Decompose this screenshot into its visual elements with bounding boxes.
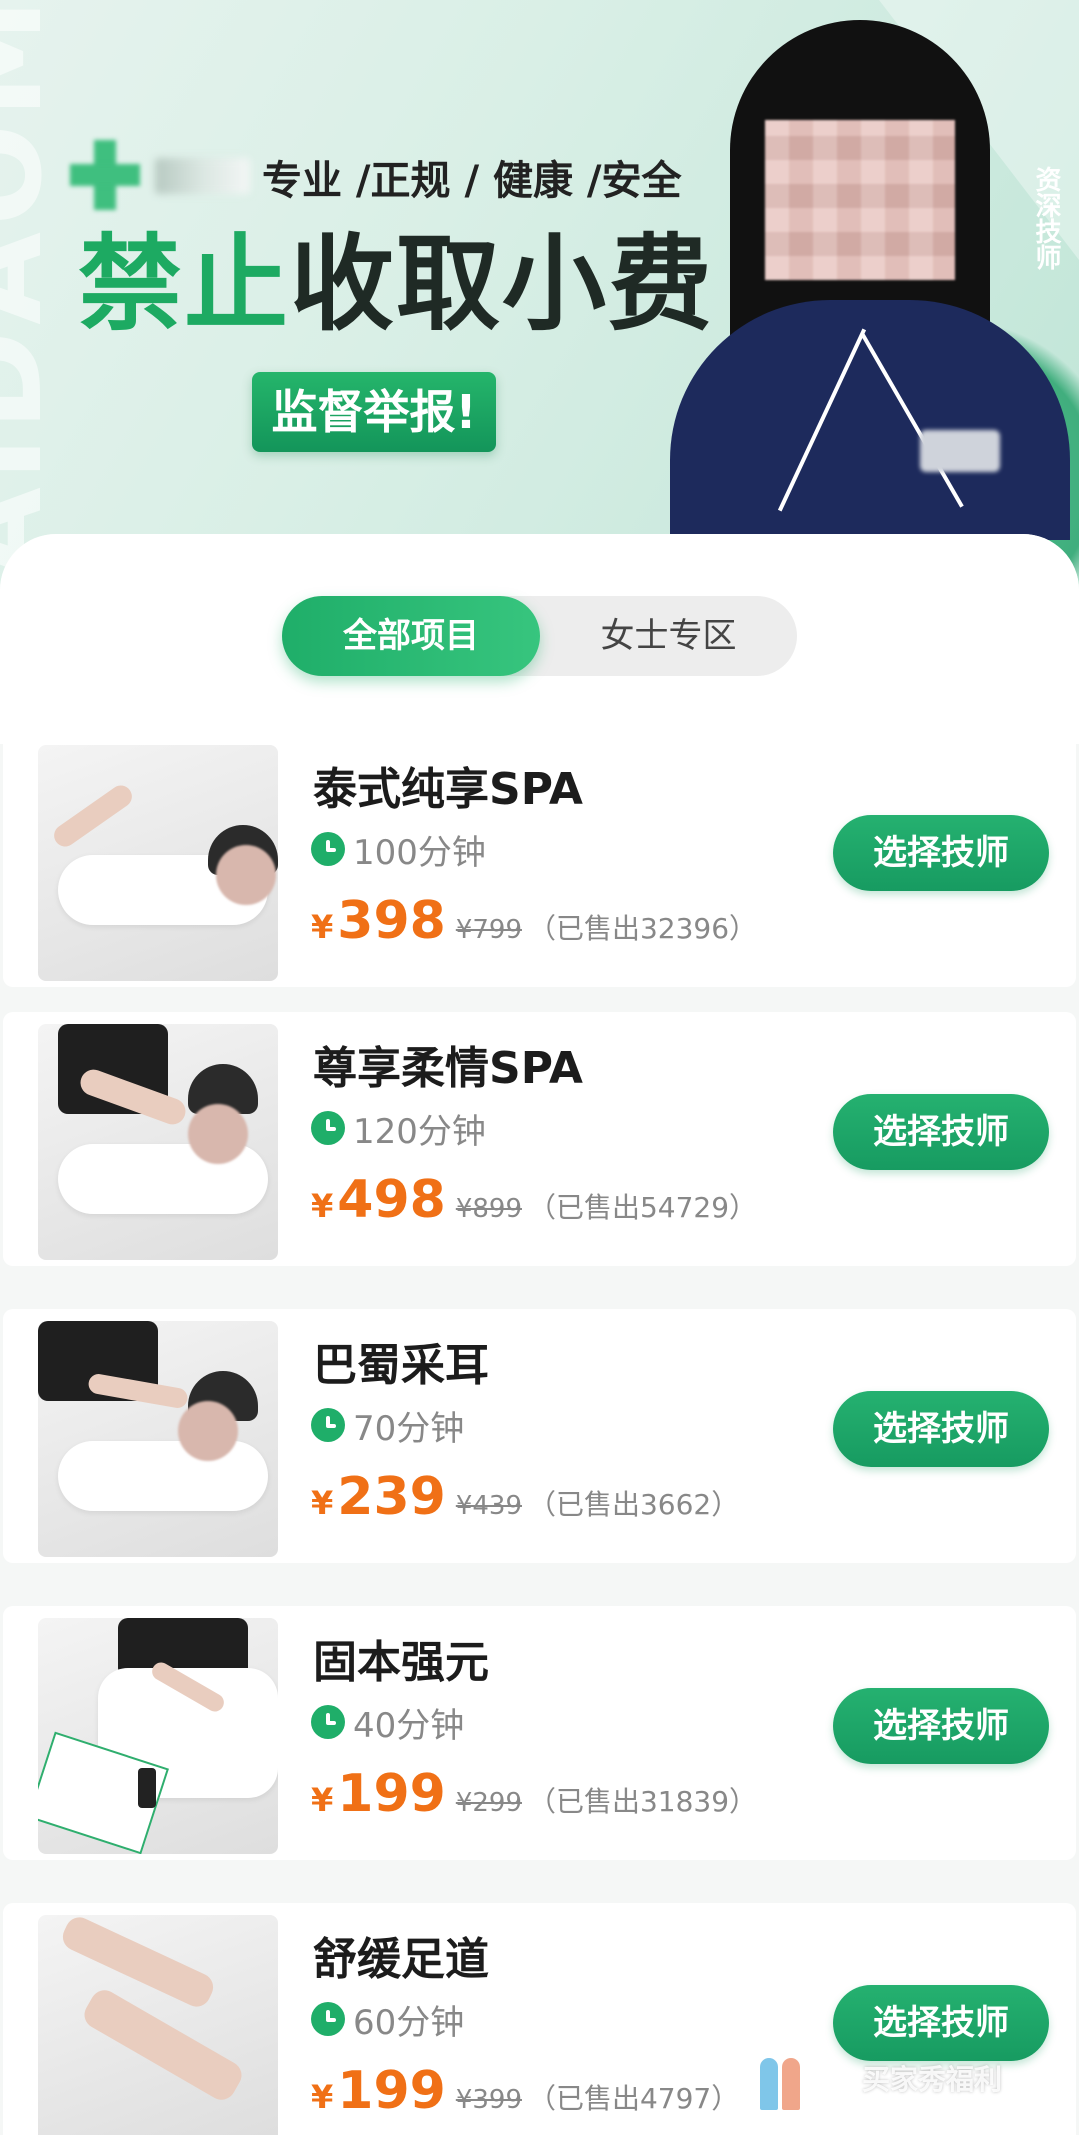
brand-name-blurred <box>155 158 250 194</box>
duration-text: 120分钟 <box>353 1111 486 1152</box>
service-duration: 100分钟 <box>311 829 486 873</box>
service-title: 巴蜀采耳 <box>313 1340 489 1391</box>
tab-ladies-zone[interactable]: 女士专区 <box>540 596 797 676</box>
banner-watermark-text: AIDAOM <box>0 0 69 580</box>
service-title: 泰式纯享SPA <box>313 764 583 815</box>
currency-symbol: ¥ <box>311 1484 334 1522</box>
currency-symbol: ¥ <box>311 1781 334 1819</box>
sale-price: 199 <box>337 2061 446 2121</box>
service-thumbnail <box>38 1024 278 1260</box>
service-card[interactable]: 固本强元 40分钟 ¥ 199 ¥299 （已售出31839） 选择技师 <box>3 1606 1076 1860</box>
service-duration: 120分钟 <box>311 1108 486 1152</box>
price-row: ¥ 199 ¥299 （已售出31839） <box>311 1764 757 1824</box>
watermark-text: 买家秀福利 <box>862 2063 1003 2096</box>
photo-name-badge <box>920 430 1000 472</box>
price-row: ¥ 498 ¥899 （已售出54729） <box>311 1170 757 1230</box>
service-duration: 40分钟 <box>311 1702 464 1746</box>
tab-all-items[interactable]: 全部项目 <box>282 596 540 676</box>
category-tab-switch: 全部项目 女士专区 <box>282 596 797 676</box>
promo-banner[interactable]: AIDAOM 专业 /正规 / 健康 /安全 禁止收取小费 监督举报! 资深技师 <box>0 0 1079 600</box>
sold-count: （已售出31839） <box>527 1785 758 1818</box>
choose-technician-button[interactable]: 选择技师 <box>833 1391 1049 1467</box>
sold-count: （已售出54729） <box>527 1191 758 1224</box>
currency-symbol: ¥ <box>311 908 334 946</box>
service-thumbnail <box>38 745 278 981</box>
senior-tech-label: 资深技师 <box>1031 166 1061 270</box>
original-price: ¥299 <box>455 1788 522 1818</box>
clock-icon <box>311 1705 345 1739</box>
price-row: ¥ 239 ¥439 （已售出3662） <box>311 1467 739 1527</box>
original-price: ¥399 <box>455 2085 522 2115</box>
choose-technician-button[interactable]: 选择技师 <box>833 1688 1049 1764</box>
service-thumbnail <box>38 1321 278 1557</box>
currency-symbol: ¥ <box>311 1187 334 1225</box>
currency-symbol: ¥ <box>311 2078 334 2116</box>
price-row: ¥ 199 ¥399 （已售出4797） <box>311 2061 739 2121</box>
tab-area: 全部项目 女士专区 <box>0 534 1079 744</box>
service-thumbnail <box>38 1618 278 1854</box>
service-thumbnail <box>38 1915 278 2135</box>
duration-text: 60分钟 <box>353 2002 465 2043</box>
headline-dark-part: 收取小费 <box>290 223 715 345</box>
clock-icon <box>311 832 345 866</box>
service-card[interactable]: 尊享柔情SPA 120分钟 ¥ 498 ¥899 （已售出54729） 选择技师 <box>3 1012 1076 1266</box>
duration-text: 70分钟 <box>353 1408 465 1449</box>
sale-price: 239 <box>337 1467 446 1527</box>
service-title: 固本强元 <box>313 1637 489 1688</box>
sale-price: 498 <box>337 1170 446 1230</box>
report-button[interactable]: 监督举报! <box>252 372 496 452</box>
clock-icon <box>311 1408 345 1442</box>
clock-icon <box>311 2002 345 2036</box>
photo-uniform <box>670 300 1070 540</box>
brand-logo <box>70 140 250 210</box>
choose-technician-button[interactable]: 选择技师 <box>833 1094 1049 1170</box>
clock-icon <box>311 1111 345 1145</box>
headline-green-part: 禁止 <box>78 223 291 345</box>
sold-count: （已售出4797） <box>527 2082 740 2115</box>
service-title: 舒缓足道 <box>313 1934 489 1985</box>
buyer-show-watermark: 买家秀福利 <box>758 2050 1018 2112</box>
original-price: ¥439 <box>455 1491 522 1521</box>
service-card[interactable]: 巴蜀采耳 70分钟 ¥ 239 ¥439 （已售出3662） 选择技师 <box>3 1309 1076 1563</box>
original-price: ¥899 <box>455 1194 522 1224</box>
choose-technician-button[interactable]: 选择技师 <box>833 815 1049 891</box>
sold-count: （已售出32396） <box>527 912 758 945</box>
people-icon <box>758 2054 806 2110</box>
service-duration: 60分钟 <box>311 1999 464 2043</box>
sold-count: （已售出3662） <box>527 1488 740 1521</box>
original-price: ¥799 <box>455 915 522 945</box>
duration-text: 100分钟 <box>353 832 486 873</box>
service-card[interactable]: 泰式纯享SPA 100分钟 ¥ 398 ¥799 （已售出32396） 选择技师 <box>3 733 1076 987</box>
photo-face-pixelated <box>765 120 955 280</box>
service-duration: 70分钟 <box>311 1405 464 1449</box>
banner-headline: 禁止收取小费 <box>78 232 714 336</box>
cross-logo-icon <box>70 140 140 210</box>
banner-slogan: 专业 /正规 / 健康 /安全 <box>262 158 682 204</box>
oil-bottle <box>138 1768 156 1808</box>
sale-price: 398 <box>337 891 446 951</box>
sale-price: 199 <box>337 1764 446 1824</box>
service-title: 尊享柔情SPA <box>313 1043 583 1094</box>
price-row: ¥ 398 ¥799 （已售出32396） <box>311 891 757 951</box>
duration-text: 40分钟 <box>353 1705 465 1746</box>
technician-photo <box>670 0 1070 540</box>
